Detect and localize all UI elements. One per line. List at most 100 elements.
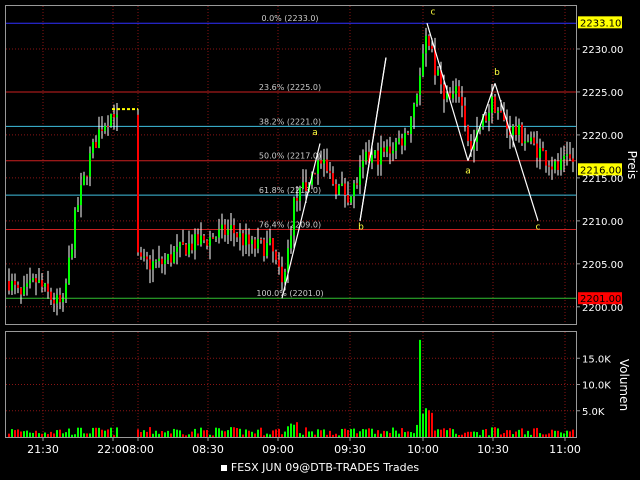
candle-body xyxy=(77,205,79,211)
volume-bar xyxy=(419,339,421,437)
volume-bar xyxy=(290,423,292,437)
volume-bar xyxy=(392,427,394,437)
volume-bar xyxy=(209,434,211,437)
volume-bar xyxy=(494,427,496,437)
volume-bar xyxy=(227,430,229,437)
price-y-axis: 2200.002205.002210.002215.002220.002225.… xyxy=(576,45,623,314)
candle-body xyxy=(44,283,46,287)
volume-bar xyxy=(527,430,529,437)
wave-label: c xyxy=(536,222,541,232)
volume-bar xyxy=(338,435,340,437)
candle-body xyxy=(419,75,421,96)
candle-body xyxy=(539,148,541,158)
volume-bar xyxy=(482,429,484,437)
volume-bar xyxy=(536,427,538,437)
volume-bar xyxy=(194,428,196,437)
volume-bar xyxy=(167,430,169,437)
candle-body xyxy=(317,160,319,174)
volume-bar xyxy=(449,428,451,437)
volume-bar xyxy=(203,430,205,437)
x-tick-label: 09:00 xyxy=(262,443,294,456)
volume-bar xyxy=(173,428,175,437)
fib-label: 38.2% (2221.0) xyxy=(259,117,321,126)
candle-body xyxy=(332,173,334,185)
volume-bar xyxy=(434,430,436,437)
candle-body xyxy=(8,281,10,291)
volume-bar xyxy=(104,430,106,437)
volume-bar xyxy=(86,433,88,437)
volume-bar xyxy=(278,428,280,437)
candle-body xyxy=(302,182,304,189)
wave-label: c xyxy=(431,8,436,18)
trading-chart: 0.0% (2233.0) 23.6% (2225.0) 38.2% (2221.0… xyxy=(5,5,639,456)
candle-body xyxy=(371,155,373,163)
candle-body xyxy=(224,224,226,235)
candle-body xyxy=(314,173,316,175)
volume-bar xyxy=(470,431,472,437)
volume-bar xyxy=(230,427,232,437)
candle-body xyxy=(290,235,292,249)
volume-bar xyxy=(65,432,67,437)
candle-body xyxy=(524,141,526,144)
volume-bar xyxy=(509,430,511,437)
candle-body xyxy=(32,278,34,281)
candle-body xyxy=(404,133,406,146)
candle-body xyxy=(557,161,559,170)
candle-body xyxy=(383,147,385,152)
candle-body xyxy=(191,243,193,251)
volume-bar xyxy=(272,430,274,437)
candle-body xyxy=(392,150,394,154)
volume-bar xyxy=(206,429,208,437)
candle-body xyxy=(512,126,514,136)
volume-bar xyxy=(551,429,553,437)
volume-bar xyxy=(554,430,556,437)
volume-bar xyxy=(311,431,313,437)
volume-bar xyxy=(251,431,253,437)
volume-bar xyxy=(287,426,289,437)
candle-body xyxy=(59,294,61,303)
volume-bar xyxy=(506,430,508,437)
volume-bar xyxy=(83,433,85,437)
volume-bar xyxy=(116,427,118,437)
volume-bar xyxy=(152,433,154,437)
candle-body xyxy=(326,159,328,171)
volume-bar xyxy=(71,434,73,437)
y-tick-label: 2230.00 xyxy=(582,45,623,56)
candle-body xyxy=(230,225,232,230)
volume-bar xyxy=(476,432,478,437)
candle-body xyxy=(95,142,97,148)
candle-body xyxy=(140,252,142,257)
candle-body xyxy=(41,280,43,287)
volume-panel: 5.0K 10.0K 15.0K Volumen xyxy=(5,331,631,438)
candle-body xyxy=(320,160,322,164)
candle-body xyxy=(428,35,430,46)
candle-body xyxy=(71,249,73,258)
volume-bar xyxy=(380,433,382,437)
candle-body xyxy=(53,300,55,304)
volume-bar xyxy=(299,433,301,437)
candle-body xyxy=(443,84,445,100)
candle-body xyxy=(236,233,238,238)
candle-body xyxy=(551,166,553,170)
volume-bar xyxy=(269,434,271,437)
volume-bar xyxy=(275,429,277,437)
candle-body xyxy=(260,239,262,241)
volume-bar xyxy=(98,427,100,437)
volume-bar xyxy=(80,427,82,437)
volume-bar xyxy=(467,431,469,437)
candle-body xyxy=(113,114,115,118)
volume-bar xyxy=(38,433,40,437)
price-panel: 0.0% (2233.0) 23.6% (2225.0) 38.2% (2221.0… xyxy=(5,5,639,325)
y-tick-label: 2210.00 xyxy=(582,217,623,228)
candle-body xyxy=(488,112,490,121)
candle-body xyxy=(239,233,241,238)
volume-bar xyxy=(110,427,112,437)
volume-bar xyxy=(452,429,454,437)
volume-bar xyxy=(545,434,547,437)
candle-body xyxy=(98,129,100,148)
candle-body xyxy=(350,196,352,203)
volume-bar xyxy=(137,429,139,437)
candle-body xyxy=(179,242,181,247)
volume-bar xyxy=(302,434,304,437)
volume-bar xyxy=(317,429,319,437)
